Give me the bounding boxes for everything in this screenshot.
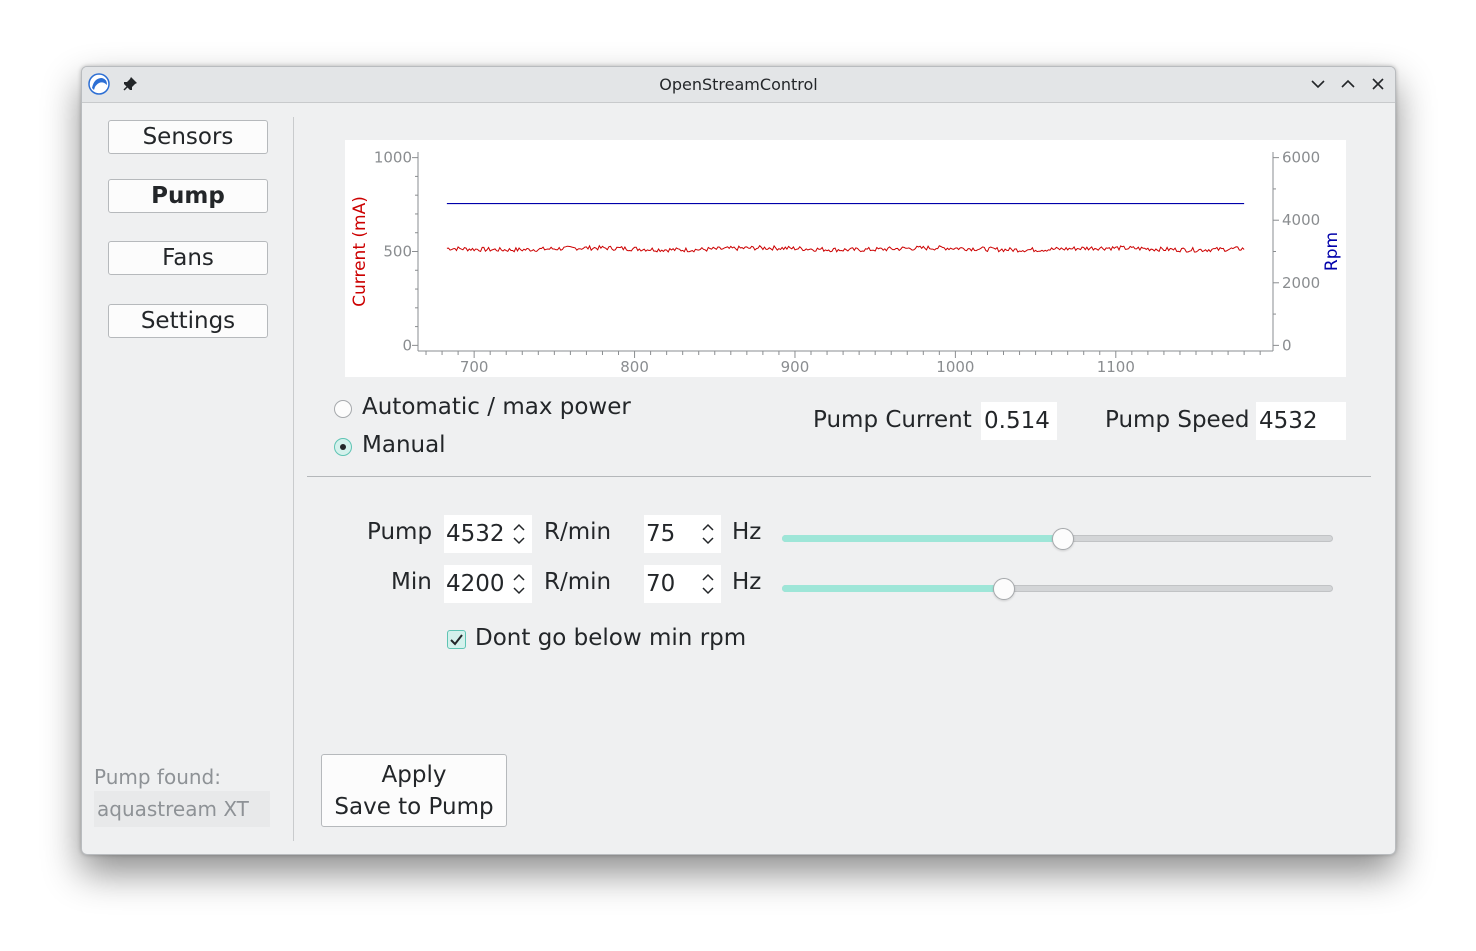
section-divider xyxy=(307,476,1371,477)
min-hz-value: 70 xyxy=(646,571,676,597)
close-icon[interactable] xyxy=(1369,75,1387,93)
radio-manual-label: Manual xyxy=(362,432,446,458)
min-rpm-unit: R/min xyxy=(544,569,612,595)
y2-tick-label: 0 xyxy=(1282,336,1292,354)
pump-rpm-unit: R/min xyxy=(544,519,612,545)
current-series-line xyxy=(446,244,1245,253)
y-tick-label: 0 xyxy=(402,336,412,354)
pump-found-label: Pump found: xyxy=(94,765,221,789)
x-tick-label: 900 xyxy=(781,358,810,376)
pump-rpm-spinbox[interactable]: 4532 xyxy=(444,515,532,553)
min-hz-spinbox[interactable]: 70 xyxy=(644,565,721,603)
pump-found-value: aquastream XT xyxy=(94,791,270,827)
sidebar-divider xyxy=(293,117,294,841)
checkmark-icon xyxy=(450,634,463,646)
sidebar-item-fans[interactable]: Fans xyxy=(108,241,268,275)
dont-go-below-label[interactable]: Dont go below min rpm xyxy=(475,625,746,651)
radio-manual[interactable]: Manual xyxy=(334,432,534,466)
y-axis-title: Current (mA) xyxy=(350,196,370,307)
apply-button-line2: Save to Pump xyxy=(334,794,494,820)
y2-axis-title: Rpm xyxy=(1322,232,1342,271)
pump-hz-unit: Hz xyxy=(732,519,762,545)
dont-go-below-checkbox[interactable] xyxy=(447,630,466,649)
x-tick-label: 700 xyxy=(460,358,489,376)
min-rpm-spinbox[interactable]: 4200 xyxy=(444,565,532,603)
sidebar-item-pump[interactable]: Pump xyxy=(108,179,268,213)
y2-tick-label: 2000 xyxy=(1282,274,1320,292)
slider-fill xyxy=(782,535,1063,542)
spin-arrows-icon[interactable] xyxy=(511,570,527,598)
app-window: OpenStreamControl Sensors Pump Fans Sett… xyxy=(81,66,1396,855)
pump-hz-spinbox[interactable]: 75 xyxy=(644,515,721,553)
x-tick-label: 1100 xyxy=(1097,358,1135,376)
slider-fill xyxy=(782,585,1005,592)
y2-tick-label: 4000 xyxy=(1282,211,1320,229)
pump-rpm-value: 4532 xyxy=(446,521,505,547)
min-row-label: Min xyxy=(391,569,432,595)
y2-tick-label: 6000 xyxy=(1282,149,1320,167)
pump-slider[interactable] xyxy=(782,528,1333,550)
spin-arrows-icon[interactable] xyxy=(511,520,527,548)
apply-button-line1: Apply xyxy=(381,762,447,788)
slider-handle[interactable] xyxy=(993,578,1016,600)
radio-manual-indicator[interactable] xyxy=(334,438,352,456)
pump-hz-value: 75 xyxy=(646,521,676,547)
sidebar-item-sensors[interactable]: Sensors xyxy=(108,120,268,154)
slider-handle[interactable] xyxy=(1052,528,1074,550)
spin-arrows-icon[interactable] xyxy=(700,520,716,548)
y-tick-label: 1000 xyxy=(374,149,412,167)
title-bar[interactable]: OpenStreamControl xyxy=(82,67,1395,103)
pump-row-label: Pump xyxy=(367,519,433,545)
pump-current-field[interactable]: 0.514 xyxy=(981,402,1057,440)
apply-button[interactable]: Apply Save to Pump xyxy=(321,754,507,827)
radio-automatic-label: Automatic / max power xyxy=(362,394,631,420)
y-tick-label: 500 xyxy=(383,243,412,261)
chevron-down-icon[interactable] xyxy=(1309,75,1327,93)
min-slider[interactable] xyxy=(782,578,1333,600)
pump-speed-label: Pump Speed xyxy=(1105,407,1250,433)
radio-automatic[interactable]: Automatic / max power xyxy=(334,394,634,428)
pump-current-label: Pump Current xyxy=(813,407,972,433)
x-tick-label: 1000 xyxy=(936,358,974,376)
spin-arrows-icon[interactable] xyxy=(700,570,716,598)
chevron-up-icon[interactable] xyxy=(1339,75,1357,93)
sidebar-item-settings[interactable]: Settings xyxy=(108,304,268,338)
pump-chart: 700 800 900 1000 1100 0 500 1000 0 2000 4000 6000 Cu… xyxy=(345,140,1346,377)
x-tick-label: 800 xyxy=(620,358,649,376)
min-rpm-value: 4200 xyxy=(446,571,505,597)
min-hz-unit: Hz xyxy=(732,569,762,595)
pump-speed-field[interactable]: 4532 xyxy=(1256,402,1346,440)
window-title: OpenStreamControl xyxy=(659,75,818,94)
radio-automatic-indicator[interactable] xyxy=(334,400,352,418)
